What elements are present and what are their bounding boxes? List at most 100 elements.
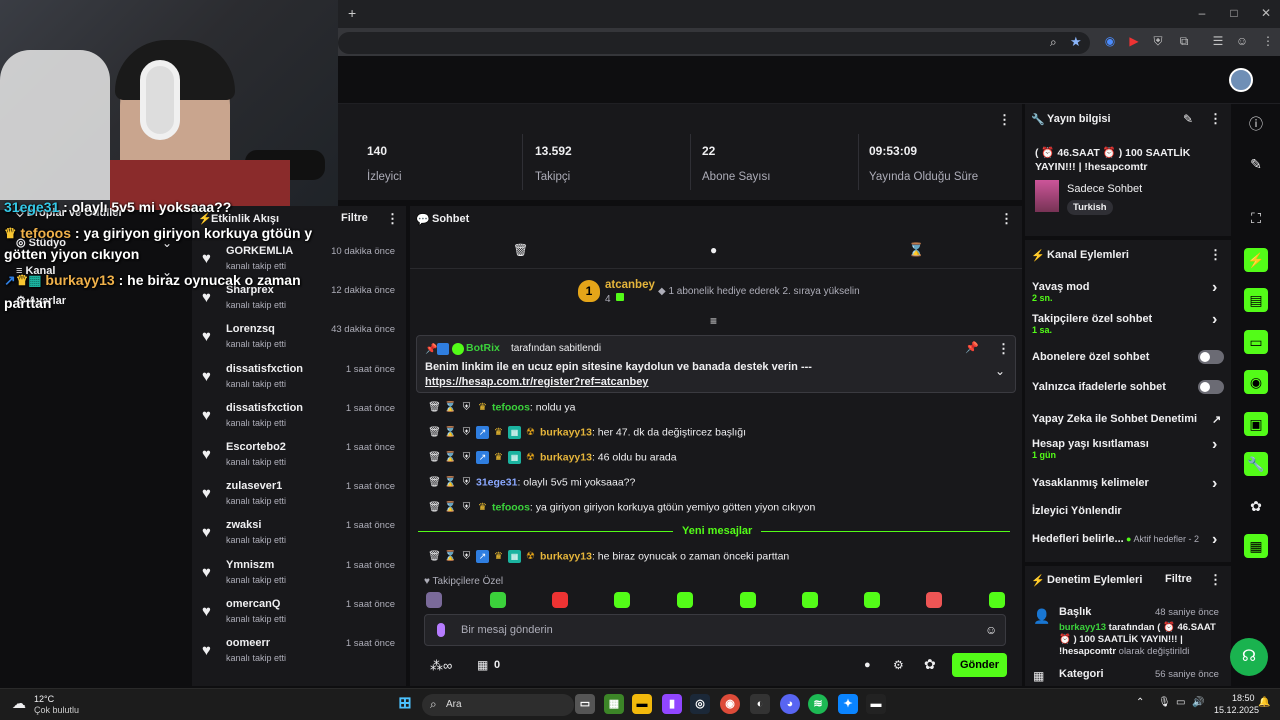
emoji-icon[interactable]: ☺ (985, 623, 997, 637)
youtube-extension-icon[interactable]: ▶ (1126, 34, 1142, 50)
settings-gear-icon[interactable]: ⚙ (893, 658, 904, 672)
app-rail-icon[interactable]: ▦ (1244, 534, 1268, 558)
activity-user[interactable]: GORKEMLIA (226, 245, 293, 257)
terminal-icon[interactable]: ▬ (866, 694, 886, 714)
activity-item[interactable]: ♥ zwaksi 1 saat önce kanalı takip etti (192, 518, 404, 557)
hourglass-icon[interactable]: ⌛ (908, 242, 924, 258)
activity-user[interactable]: omercanQ (226, 598, 280, 610)
external-link-icon[interactable]: ↗ (1212, 413, 1221, 426)
delete-message-icon[interactable]: 🗑 (428, 401, 441, 414)
extensions-puzzle-icon[interactable]: ⧉ (1176, 34, 1192, 50)
tag-pill[interactable]: Turkish (1067, 200, 1113, 215)
task-view-icon[interactable]: ▭ (575, 694, 595, 714)
file-explorer-icon[interactable]: ▬ (632, 694, 652, 714)
ban-shield-icon[interactable]: ⛨ (460, 401, 473, 414)
chevron-down-icon[interactable]: ⌄ (995, 364, 1005, 378)
volume-icon[interactable]: 🔊 (1192, 697, 1204, 708)
activity-item[interactable]: ♥ zulasever1 1 saat önce kanalı takip et… (192, 479, 404, 518)
pinned-link[interactable]: https://hesap.com.tr/register?ref=atcanb… (425, 376, 648, 388)
emote-icon[interactable] (740, 592, 756, 608)
delete-message-icon[interactable]: 🗑 (428, 550, 441, 563)
timeout-icon[interactable]: ⌛ (444, 426, 457, 439)
chat-icon[interactable]: ▭ (1244, 330, 1268, 354)
avatar[interactable] (1229, 68, 1253, 92)
chevron-right-icon[interactable]: › (1212, 436, 1217, 454)
chat-username[interactable]: tefooos (492, 501, 530, 513)
chat-menu-icon[interactable]: ⋮ (1000, 211, 1013, 227)
emote-icon[interactable] (864, 592, 880, 608)
activity-user[interactable]: dissatisfxction (226, 363, 303, 375)
activity-user[interactable]: Lorenzsq (226, 323, 275, 335)
activity-item[interactable]: ♥ oomeerr 1 saat önce kanalı takip etti (192, 636, 404, 675)
category-name[interactable]: Sadece Sohbet (1067, 183, 1142, 195)
mic-tray-icon[interactable]: 🎙 (1158, 697, 1171, 708)
channel-action-item[interactable]: Yavaş mod 2 sn. › (1032, 279, 1226, 303)
new-tab-button[interactable]: + (348, 5, 356, 21)
activity-user[interactable]: zulasever1 (226, 480, 282, 492)
maximize-button[interactable]: □ (1224, 6, 1244, 22)
trash-icon[interactable]: 🗑 (513, 243, 528, 257)
activity-item[interactable]: ♥ Ymniszm 1 saat önce kanalı takip etti (192, 558, 404, 597)
activity-user[interactable]: dissatisfxction (226, 402, 303, 414)
bot-icon[interactable]: ✿ (924, 656, 936, 673)
reading-list-icon[interactable]: ☰ (1210, 34, 1226, 50)
url-input[interactable]: ⌕ ★ (338, 32, 1090, 54)
ban-shield-icon[interactable]: ⛨ (460, 476, 473, 489)
steam-icon[interactable]: ◎ (690, 694, 710, 714)
emote-icon[interactable] (989, 592, 1005, 608)
windows-start-icon[interactable]: ⊞ (395, 694, 415, 714)
chevron-right-icon[interactable]: › (1212, 475, 1217, 493)
delete-message-icon[interactable]: 🗑 (428, 476, 441, 489)
ban-shield-icon[interactable]: ⛨ (460, 501, 473, 514)
twitch-icon[interactable]: ▮ (662, 694, 682, 714)
profile-icon[interactable]: ☺ (1234, 34, 1250, 50)
category-thumbnail[interactable] (1035, 180, 1059, 212)
emote-icon[interactable] (802, 592, 818, 608)
discord-icon[interactable]: ◕ (780, 694, 800, 714)
channel-action-item[interactable]: Yapay Zeka ile Sohbet Denetimi ↗ (1032, 413, 1226, 426)
chat-input[interactable]: Bir mesaj gönderin ☺ (424, 614, 1006, 646)
activity-item[interactable]: ♥ dissatisfxction 1 saat önce kanalı tak… (192, 362, 404, 401)
channel-action-item[interactable]: Yasaklanmış kelimeler › (1032, 475, 1226, 492)
microphone-icon[interactable] (437, 623, 445, 637)
document-icon[interactable]: ▤ (1244, 288, 1268, 312)
activity-item[interactable]: ♥ Lorenzsq 43 dakika önce kanalı takip e… (192, 322, 404, 361)
timeout-icon[interactable]: ⌛ (444, 401, 457, 414)
save-icon[interactable]: ▣ (1244, 412, 1268, 436)
weather-icon[interactable]: ☁ (12, 695, 26, 712)
emote-icon[interactable] (490, 592, 506, 608)
emote-icon[interactable] (552, 592, 568, 608)
notification-icon[interactable]: 🔔 (1258, 697, 1270, 708)
delete-message-icon[interactable]: 🗑 (428, 451, 441, 464)
mod-filter-button[interactable]: Filtre (1165, 573, 1192, 585)
ban-shield-icon[interactable]: ⛨ (460, 426, 473, 439)
unpin-icon[interactable]: 📌 (965, 341, 979, 354)
chevron-right-icon[interactable]: › (1212, 531, 1217, 549)
chat-username[interactable]: tefooos (492, 401, 530, 413)
spotify-icon[interactable]: ≋ (808, 694, 828, 714)
broadcast-icon[interactable]: ◉ (1244, 370, 1268, 394)
edit-icon[interactable]: ✎ (1244, 152, 1268, 176)
timeout-icon[interactable]: ⌛ (444, 476, 457, 489)
channel-actions-menu-icon[interactable]: ⋮ (1209, 247, 1222, 263)
activity-item[interactable]: ♥ dissatisfxction 1 saat önce kanalı tak… (192, 401, 404, 440)
pinned-menu-icon[interactable]: ⋮ (997, 341, 1010, 357)
shield-extension-icon[interactable]: ⛨ (1150, 34, 1166, 50)
activity-filter-button[interactable]: Filtre (341, 212, 368, 224)
ban-shield-icon[interactable]: ⛨ (460, 550, 473, 563)
timeout-icon[interactable]: ⌛ (444, 501, 457, 514)
chrome-icon[interactable]: ◉ (720, 694, 740, 714)
chevron-right-icon[interactable]: › (1212, 311, 1217, 329)
store-icon[interactable]: ▦ (477, 658, 488, 672)
lightning-icon[interactable]: ⚡ (1244, 248, 1268, 272)
ban-shield-icon[interactable]: ⛨ (460, 451, 473, 464)
emote-icon[interactable] (426, 592, 442, 608)
chat-username[interactable]: burkayy13 (540, 451, 592, 463)
support-headset-button[interactable]: ☊ (1230, 638, 1268, 676)
browser-menu-icon[interactable]: ⋮ (1260, 34, 1276, 50)
activity-user[interactable]: Escortebo2 (226, 441, 286, 453)
chat-username[interactable]: burkayy13 (540, 426, 592, 438)
bot-rail-icon[interactable]: ✿ (1244, 494, 1268, 518)
network-icon[interactable]: ▭ (1176, 697, 1185, 708)
bookmark-star-icon[interactable]: ★ (1070, 34, 1082, 50)
